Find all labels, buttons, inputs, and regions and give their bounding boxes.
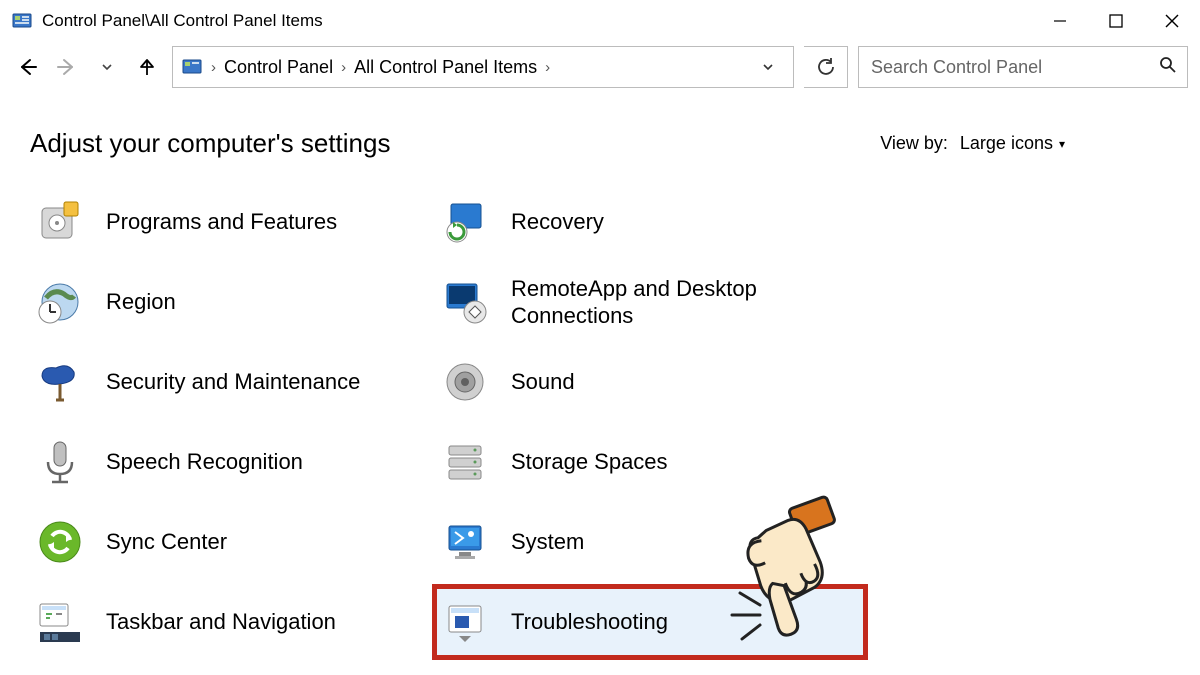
viewby-dropdown[interactable]: Large icons ▾ [960, 133, 1065, 154]
breadcrumb-root[interactable]: Control Panel [224, 57, 333, 78]
viewby-label: View by: [880, 133, 948, 154]
chevron-right-icon[interactable]: › [209, 59, 218, 76]
forward-button[interactable] [52, 52, 82, 82]
search-input[interactable] [869, 56, 1159, 79]
speech-recognition-icon [36, 438, 84, 486]
cp-item-storage-spaces[interactable]: Storage Spaces [435, 427, 865, 497]
cp-item-label: RemoteApp and Desktop Connections [511, 275, 859, 330]
chevron-down-icon: ▾ [1059, 137, 1065, 151]
cp-item-label: Security and Maintenance [106, 369, 360, 395]
recovery-icon [441, 198, 489, 246]
close-button[interactable] [1144, 0, 1200, 42]
cp-item-security-maintenance[interactable]: Security and Maintenance [30, 347, 435, 417]
cp-item-recovery[interactable]: Recovery [435, 187, 865, 257]
cp-item-programs-features[interactable]: Programs and Features [30, 187, 435, 257]
cp-item-sync-center[interactable]: Sync Center [30, 507, 435, 577]
cp-item-system[interactable]: System [435, 507, 865, 577]
sound-icon [441, 358, 489, 406]
control-panel-icon [12, 11, 32, 31]
security-maintenance-icon [36, 358, 84, 406]
cp-item-label: Programs and Features [106, 209, 337, 235]
breadcrumb-current[interactable]: All Control Panel Items [354, 57, 537, 78]
programs-features-icon [36, 198, 84, 246]
remoteapp-icon [441, 278, 489, 326]
cp-item-taskbar-navigation[interactable]: Taskbar and Navigation [30, 587, 435, 657]
page-title: Adjust your computer's settings [30, 128, 390, 159]
cp-item-label: Speech Recognition [106, 449, 303, 475]
cp-item-remoteapp[interactable]: RemoteApp and Desktop Connections [435, 267, 865, 337]
cp-item-label: Storage Spaces [511, 449, 668, 475]
maximize-button[interactable] [1088, 0, 1144, 42]
cp-item-label: System [511, 529, 584, 555]
address-dropdown-button[interactable] [750, 61, 785, 73]
cp-item-speech-recognition[interactable]: Speech Recognition [30, 427, 435, 497]
taskbar-navigation-icon [36, 598, 84, 646]
cp-item-label: Sound [511, 369, 575, 395]
cp-item-label: Troubleshooting [511, 609, 668, 635]
cp-item-troubleshooting[interactable]: Troubleshooting [435, 587, 865, 657]
cp-item-label: Recovery [511, 209, 604, 235]
sync-center-icon [36, 518, 84, 566]
back-button[interactable] [12, 52, 42, 82]
up-button[interactable] [132, 52, 162, 82]
address-bar[interactable]: › Control Panel › All Control Panel Item… [172, 46, 794, 88]
cp-item-sound[interactable]: Sound [435, 347, 865, 417]
refresh-button[interactable] [804, 46, 848, 88]
cp-item-region[interactable]: Region [30, 267, 435, 337]
chevron-right-icon[interactable]: › [543, 59, 552, 76]
cp-item-label: Region [106, 289, 176, 315]
storage-spaces-icon [441, 438, 489, 486]
control-panel-icon [181, 56, 203, 78]
region-icon [36, 278, 84, 326]
search-icon[interactable] [1159, 56, 1177, 79]
search-box[interactable] [858, 46, 1188, 88]
cp-item-label: Taskbar and Navigation [106, 609, 336, 635]
system-icon [441, 518, 489, 566]
viewby-value: Large icons [960, 133, 1053, 154]
window-title: Control Panel\All Control Panel Items [42, 11, 323, 31]
chevron-right-icon[interactable]: › [339, 59, 348, 76]
troubleshooting-icon [441, 598, 489, 646]
minimize-button[interactable] [1032, 0, 1088, 42]
cp-item-label: Sync Center [106, 529, 227, 555]
recent-locations-button[interactable] [92, 52, 122, 82]
